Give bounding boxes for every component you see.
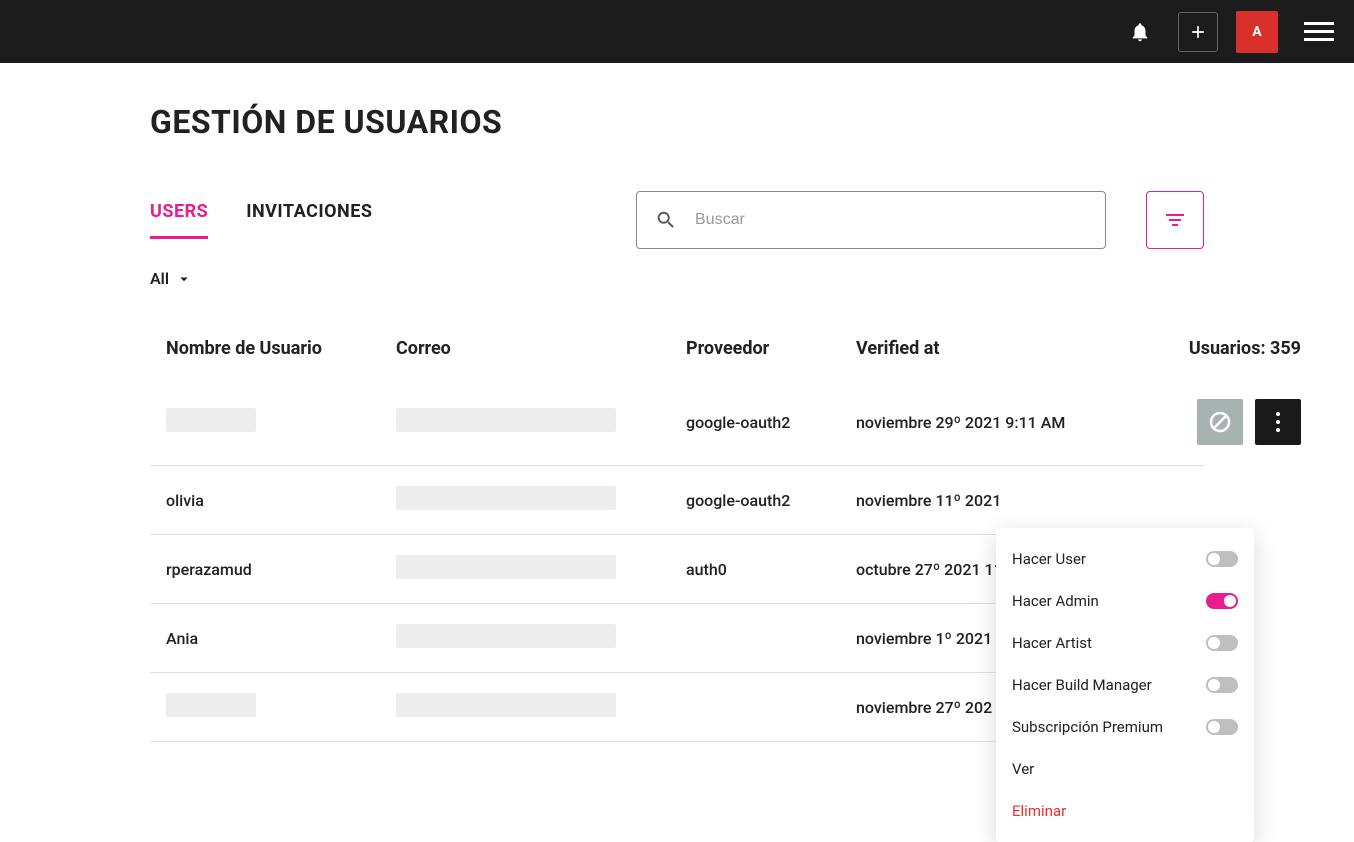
toggle-subscripcion-premium[interactable] xyxy=(1206,719,1238,735)
cell-provider: google-oauth2 xyxy=(686,413,856,432)
cell-email xyxy=(396,408,686,436)
tabs-bar: USERS INVITACIONES xyxy=(150,191,1204,249)
cell-email xyxy=(396,624,686,652)
cell-verified: noviembre 11º 2021 xyxy=(856,491,1156,510)
menu-hacer-artist[interactable]: Hacer Artist xyxy=(996,622,1254,664)
toggle-hacer-admin[interactable] xyxy=(1206,593,1238,609)
menu-hacer-build-manager[interactable]: Hacer Build Manager xyxy=(996,664,1254,706)
cell-verified: noviembre 29º 2021 9:11 AM xyxy=(856,413,1156,432)
cell-email xyxy=(396,555,686,583)
menu-ver[interactable]: Ver xyxy=(996,748,1254,790)
menu-hacer-user[interactable]: Hacer User xyxy=(996,538,1254,580)
cell-username: rperazamud xyxy=(166,560,396,579)
users-count: Usuarios: 359 xyxy=(1156,338,1301,359)
col-verified: Verified at xyxy=(856,338,1156,359)
toggle-hacer-user[interactable] xyxy=(1206,551,1238,567)
cell-username xyxy=(166,408,396,436)
toggle-hacer-build-manager[interactable] xyxy=(1206,677,1238,693)
filter-dropdown[interactable]: All xyxy=(150,269,1204,288)
menu-button[interactable] xyxy=(1304,22,1334,41)
cell-email xyxy=(396,693,686,721)
filter-button[interactable] xyxy=(1146,191,1204,249)
table-row: google-oauth2noviembre 29º 2021 9:11 AM xyxy=(150,379,1204,466)
search-input[interactable] xyxy=(695,211,1087,229)
bell-icon xyxy=(1129,21,1151,43)
filter-icon xyxy=(1163,208,1187,232)
tab-users[interactable]: USERS xyxy=(150,201,208,239)
row-actions xyxy=(1156,399,1301,445)
cell-email xyxy=(396,486,686,514)
col-username: Nombre de Usuario xyxy=(166,338,396,359)
cell-provider: google-oauth2 xyxy=(686,491,856,510)
app-header: A xyxy=(0,0,1354,63)
toggle-hacer-artist[interactable] xyxy=(1206,635,1238,651)
block-icon xyxy=(1208,410,1232,434)
col-provider: Proveedor xyxy=(686,338,856,359)
filter-label: All xyxy=(150,269,169,288)
menu-hacer-admin[interactable]: Hacer Admin xyxy=(996,580,1254,622)
cell-username xyxy=(166,693,396,721)
more-icon xyxy=(1276,412,1280,432)
search-icon xyxy=(655,209,677,231)
cell-username: olivia xyxy=(166,491,396,510)
table-header: Nombre de Usuario Correo Proveedor Verif… xyxy=(150,318,1204,379)
chevron-down-icon xyxy=(175,270,193,288)
menu-subscripcion-premium[interactable]: Subscripción Premium xyxy=(996,706,1254,748)
plus-icon xyxy=(1188,22,1208,42)
block-button[interactable] xyxy=(1197,399,1243,445)
more-button[interactable] xyxy=(1255,399,1301,445)
cell-username: Ania xyxy=(166,629,396,648)
menu-eliminar[interactable]: Eliminar xyxy=(996,790,1254,832)
notifications-button[interactable] xyxy=(1120,12,1160,52)
col-email: Correo xyxy=(396,338,686,359)
row-context-menu: Hacer User Hacer Admin Hacer Artist Hace… xyxy=(996,528,1254,842)
page-title: GESTIÓN DE USUARIOS xyxy=(150,103,1204,141)
table-row: olivia google-oauth2noviembre 11º 2021 xyxy=(150,466,1204,535)
hamburger-icon xyxy=(1304,22,1334,25)
avatar[interactable]: A xyxy=(1236,11,1278,53)
cell-provider: auth0 xyxy=(686,560,856,579)
tab-invitations[interactable]: INVITACIONES xyxy=(246,201,372,239)
search-box xyxy=(636,191,1106,249)
add-button[interactable] xyxy=(1178,12,1218,52)
